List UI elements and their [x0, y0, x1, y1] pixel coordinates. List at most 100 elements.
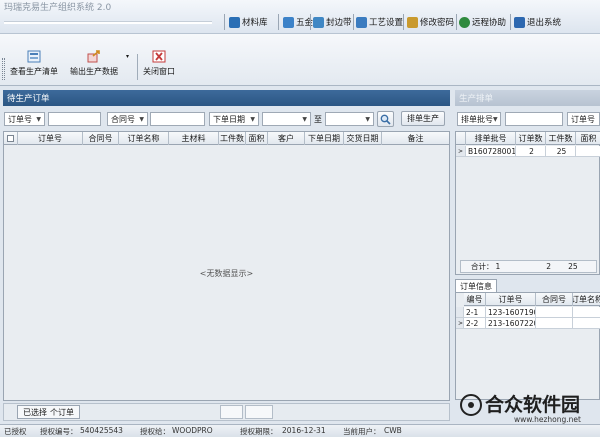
- watermark-title: 合众软件园: [485, 394, 581, 416]
- production-plan-header: 生产排单: [455, 90, 600, 106]
- current-user: CWB: [384, 426, 402, 435]
- tab-order-info[interactable]: 订单信息: [455, 279, 497, 292]
- column-header[interactable]: 订单数: [516, 132, 546, 145]
- column-header[interactable]: 面积: [246, 132, 268, 145]
- license-status: 已授权: [4, 427, 27, 436]
- chevron-down-icon: ▼: [302, 115, 307, 123]
- current-user-label: 当前用户：: [343, 427, 381, 436]
- empty-grid-message: <无数据显示>: [199, 269, 254, 278]
- column-header[interactable]: 订单名称: [119, 132, 169, 145]
- column-header[interactable]: 合同号: [536, 293, 573, 306]
- search-icon: [380, 114, 391, 125]
- column-header[interactable]: 客户: [268, 132, 305, 145]
- menu-item-change-password[interactable]: 修改密码: [407, 14, 454, 30]
- order-info-grid-header: 编号 订单号 合同号 订单名称: [464, 293, 600, 306]
- order-date-type-select[interactable]: 下单日期 ▼: [209, 112, 259, 126]
- plan-totals-row: 合计： 1 2 25: [460, 260, 597, 273]
- table-row[interactable]: 2-1 123-16071900-: [456, 307, 600, 318]
- license-expiry-label: 授权期限：: [240, 427, 278, 436]
- batch-no-type-select[interactable]: 排单批号 ▼: [457, 112, 501, 126]
- contract-no-input[interactable]: [150, 112, 205, 126]
- licensee-label: 授权给：: [140, 427, 170, 436]
- license-expiry: 2016-12-31: [282, 426, 326, 435]
- chevron-down-icon: ▼: [36, 115, 41, 123]
- licensee: WOODPRO: [172, 426, 213, 435]
- column-header[interactable]: 下单日期: [305, 132, 344, 145]
- pending-orders-footer: 已选择 个订单: [3, 403, 450, 421]
- batch-no-input[interactable]: [505, 112, 563, 126]
- date-range-to-label: 至: [314, 115, 322, 124]
- column-header[interactable]: 订单号: [486, 293, 536, 306]
- view-production-list-button[interactable]: 查看生产清单: [10, 50, 58, 77]
- plan-order-no-select[interactable]: 订单号: [567, 112, 600, 126]
- column-header[interactable]: 面积: [576, 132, 600, 145]
- chevron-down-icon: ▼: [365, 115, 370, 123]
- pending-orders-grid[interactable]: 订单号 合同号 订单名称 主材料 工件数 面积 客户 下单日期 交货日期 备注 …: [3, 131, 450, 401]
- chevron-down-icon: ▼: [250, 115, 255, 123]
- export-production-data-button[interactable]: 输出生产数据: [70, 50, 118, 77]
- menu-item-material-library[interactable]: 材料库: [229, 14, 268, 30]
- order-no-input[interactable]: [48, 112, 101, 126]
- menu-separator: [353, 14, 354, 30]
- menu-item-process-settings[interactable]: 工艺设置: [356, 14, 403, 30]
- lock-icon: [407, 16, 418, 28]
- menu-item-edge-band[interactable]: 封边带: [313, 14, 352, 30]
- date-from-picker[interactable]: ▼: [262, 112, 311, 126]
- order-no-type-select[interactable]: 订单号 ▼: [4, 112, 45, 126]
- pending-orders-grid-header: 订单号 合同号 订单名称 主材料 工件数 面积 客户 下单日期 交货日期 备注: [4, 132, 449, 145]
- production-plan-grid[interactable]: 排单批号 订单数 工件数 面积 > B160728001 2 25 合计： 1 …: [455, 131, 600, 275]
- date-to-picker[interactable]: ▼: [325, 112, 374, 126]
- table-row[interactable]: > 2-2 213-16072200: [456, 318, 600, 329]
- license-no: 540425543: [80, 426, 123, 435]
- order-info-grid[interactable]: 编号 订单号 合同号 订单名称 2-1 123-16071900- > 2-2 …: [455, 292, 600, 400]
- menu-separator: [510, 14, 511, 30]
- pending-orders-header: 待生产订单: [3, 90, 450, 106]
- pager-prev-button[interactable]: [220, 405, 243, 419]
- menu-item-exit[interactable]: 退出系统: [514, 14, 561, 30]
- column-header[interactable]: 编号: [464, 293, 486, 306]
- status-bar: 已授权 授权编号： 540425543 授权给： WOODPRO 授权期限： 2…: [0, 424, 600, 437]
- hardware-icon: [283, 16, 294, 28]
- selected-count-indicator: 已选择 个订单: [17, 405, 80, 419]
- schedule-production-button[interactable]: 排单生产: [401, 111, 445, 126]
- row-selector: >: [456, 318, 464, 329]
- row-selector: >: [456, 146, 466, 157]
- column-header[interactable]: 合同号: [83, 132, 119, 145]
- toolbar-grip[interactable]: [2, 58, 5, 80]
- column-header[interactable]: 备注: [382, 132, 449, 145]
- column-header[interactable]: 工件数: [219, 132, 246, 145]
- column-header[interactable]: 订单号: [18, 132, 83, 145]
- remote-assist-icon: [459, 16, 470, 28]
- menu-separator: [456, 14, 457, 30]
- column-header[interactable]: 工件数: [546, 132, 576, 145]
- production-plan-grid-header: 排单批号 订单数 工件数 面积: [456, 132, 600, 145]
- chevron-down-icon: ▼: [139, 115, 144, 123]
- search-button[interactable]: [377, 111, 394, 127]
- menu-item-remote-assist[interactable]: 远程协助: [459, 14, 506, 30]
- exit-icon: [514, 16, 525, 28]
- pager-next-button[interactable]: [245, 405, 273, 419]
- menu-separator: [403, 14, 404, 30]
- export-icon: [87, 50, 100, 63]
- title-divider: [4, 21, 212, 24]
- menu-separator: [278, 14, 279, 30]
- watermark-logo: [460, 394, 482, 416]
- list-view-icon: [27, 50, 41, 63]
- column-header[interactable]: 主材料: [169, 132, 219, 145]
- select-all-checkbox[interactable]: [4, 132, 18, 145]
- contract-no-type-select[interactable]: 合同号 ▼: [107, 112, 148, 126]
- column-header[interactable]: 交货日期: [344, 132, 382, 145]
- chevron-down-icon: ▼: [493, 115, 498, 123]
- column-header[interactable]: 排单批号: [466, 132, 516, 145]
- table-icon: [229, 16, 240, 28]
- column-header[interactable]: 订单名称: [573, 293, 600, 306]
- close-icon: [152, 50, 166, 63]
- export-dropdown-icon[interactable]: ▾: [126, 53, 129, 60]
- edge-band-icon: [313, 16, 324, 28]
- window-title: 玛瑞克易生产组织系统 2.0: [4, 3, 112, 13]
- menu-bar: 玛瑞克易生产组织系统 2.0 材料库 五金件 封边带 工艺设置 修改密码 远程协…: [0, 0, 600, 34]
- license-no-label: 授权编号：: [40, 427, 78, 436]
- toolbar: 查看生产清单 输出生产数据 ▾ 关闭窗口: [0, 34, 600, 86]
- close-window-button[interactable]: 关闭窗口: [143, 50, 175, 77]
- table-row[interactable]: > B160728001 2 25: [456, 146, 600, 157]
